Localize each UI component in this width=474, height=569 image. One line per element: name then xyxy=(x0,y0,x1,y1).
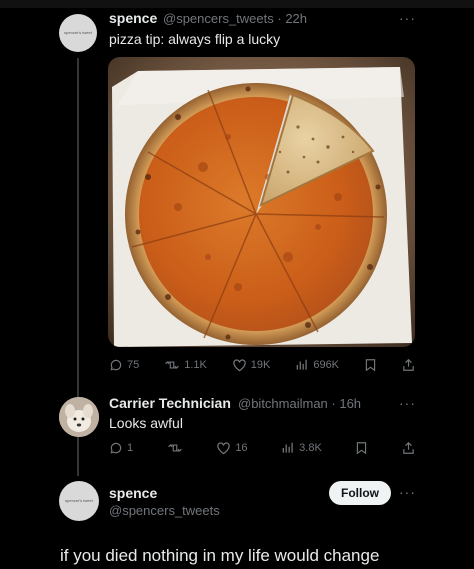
quote-author-name[interactable]: spence xyxy=(109,485,157,501)
post-image[interactable] xyxy=(108,57,415,347)
reply-views-count: 3.8K xyxy=(299,442,322,454)
quote-avatar[interactable]: spencer's tweet xyxy=(59,481,99,521)
reply-author-meta: @bitchmailman · 16h xyxy=(238,396,361,411)
heart-icon xyxy=(217,442,231,455)
reply-text: Looks awful xyxy=(109,415,183,431)
author-meta: @spencers_tweets · 22h xyxy=(163,11,307,26)
avatar-caption: spencer's tweet xyxy=(64,30,92,35)
analytics-icon xyxy=(297,359,308,370)
dog-icon xyxy=(59,397,99,437)
reply-time[interactable]: 16h xyxy=(339,396,361,411)
analytics-icon xyxy=(282,442,293,453)
retweet-count: 1.1K xyxy=(184,359,207,371)
reply-author-handle[interactable]: @bitchmailman xyxy=(238,396,328,411)
share-icon xyxy=(403,441,414,454)
meta-separator: · xyxy=(273,11,286,26)
avatar[interactable]: spencer's tweet xyxy=(59,14,97,52)
reply-icon xyxy=(110,359,122,371)
reply-author-name[interactable]: Carrier Technician xyxy=(109,395,231,411)
reply-button[interactable]: 75 xyxy=(109,358,139,372)
reply-more-icon[interactable]: ··· xyxy=(399,395,416,411)
reply-views-button[interactable]: 3.8K xyxy=(281,441,322,455)
reply-share-button[interactable] xyxy=(402,441,415,455)
top-bar xyxy=(0,0,474,8)
heart-icon xyxy=(233,359,246,372)
pizza-photo xyxy=(108,57,415,347)
reply-bookmark-button[interactable] xyxy=(355,441,368,455)
reply-actions: 1 16 3.8K xyxy=(109,441,415,455)
tweet-text: pizza tip: always flip a lucky xyxy=(109,31,281,47)
author-name[interactable]: spence xyxy=(109,10,157,26)
bookmark-button[interactable] xyxy=(364,358,377,372)
retweet-icon xyxy=(167,444,182,452)
reply-retweet-button[interactable] xyxy=(167,441,183,455)
share-icon xyxy=(403,358,414,371)
views-count: 696K xyxy=(313,359,340,371)
meta-separator: · xyxy=(327,396,340,411)
like-count: 19K xyxy=(250,359,271,371)
quote-text: if you died nothing in my life would cha… xyxy=(60,546,380,565)
more-icon[interactable]: ··· xyxy=(399,10,416,26)
views-button[interactable]: 696K xyxy=(295,358,339,372)
reply-like-button[interactable]: 16 xyxy=(216,441,248,455)
reply-avatar[interactable] xyxy=(59,397,99,437)
reply-reply-count: 1 xyxy=(127,442,134,454)
bookmark-icon xyxy=(365,359,376,372)
post-time[interactable]: 22h xyxy=(285,11,307,26)
follow-button[interactable]: Follow xyxy=(329,481,391,505)
reply-count: 75 xyxy=(127,359,140,371)
author-handle[interactable]: @spencers_tweets xyxy=(163,11,274,26)
reply-icon xyxy=(110,442,122,454)
like-button[interactable]: 19K xyxy=(232,358,271,372)
bookmark-icon xyxy=(357,442,367,455)
retweet-icon xyxy=(165,361,180,369)
tweet-actions: 75 1.1K 19K 696K xyxy=(109,358,415,372)
retweet-button[interactable]: 1.1K xyxy=(164,358,207,372)
quote-avatar-caption: spencer's tweet xyxy=(65,498,93,503)
share-button[interactable] xyxy=(402,358,415,372)
quote-more-icon[interactable]: ··· xyxy=(399,484,416,500)
quote-author-handle[interactable]: @spencers_tweets xyxy=(109,503,220,518)
reply-like-count: 16 xyxy=(235,442,248,454)
reply-reply-button[interactable]: 1 xyxy=(109,441,133,455)
